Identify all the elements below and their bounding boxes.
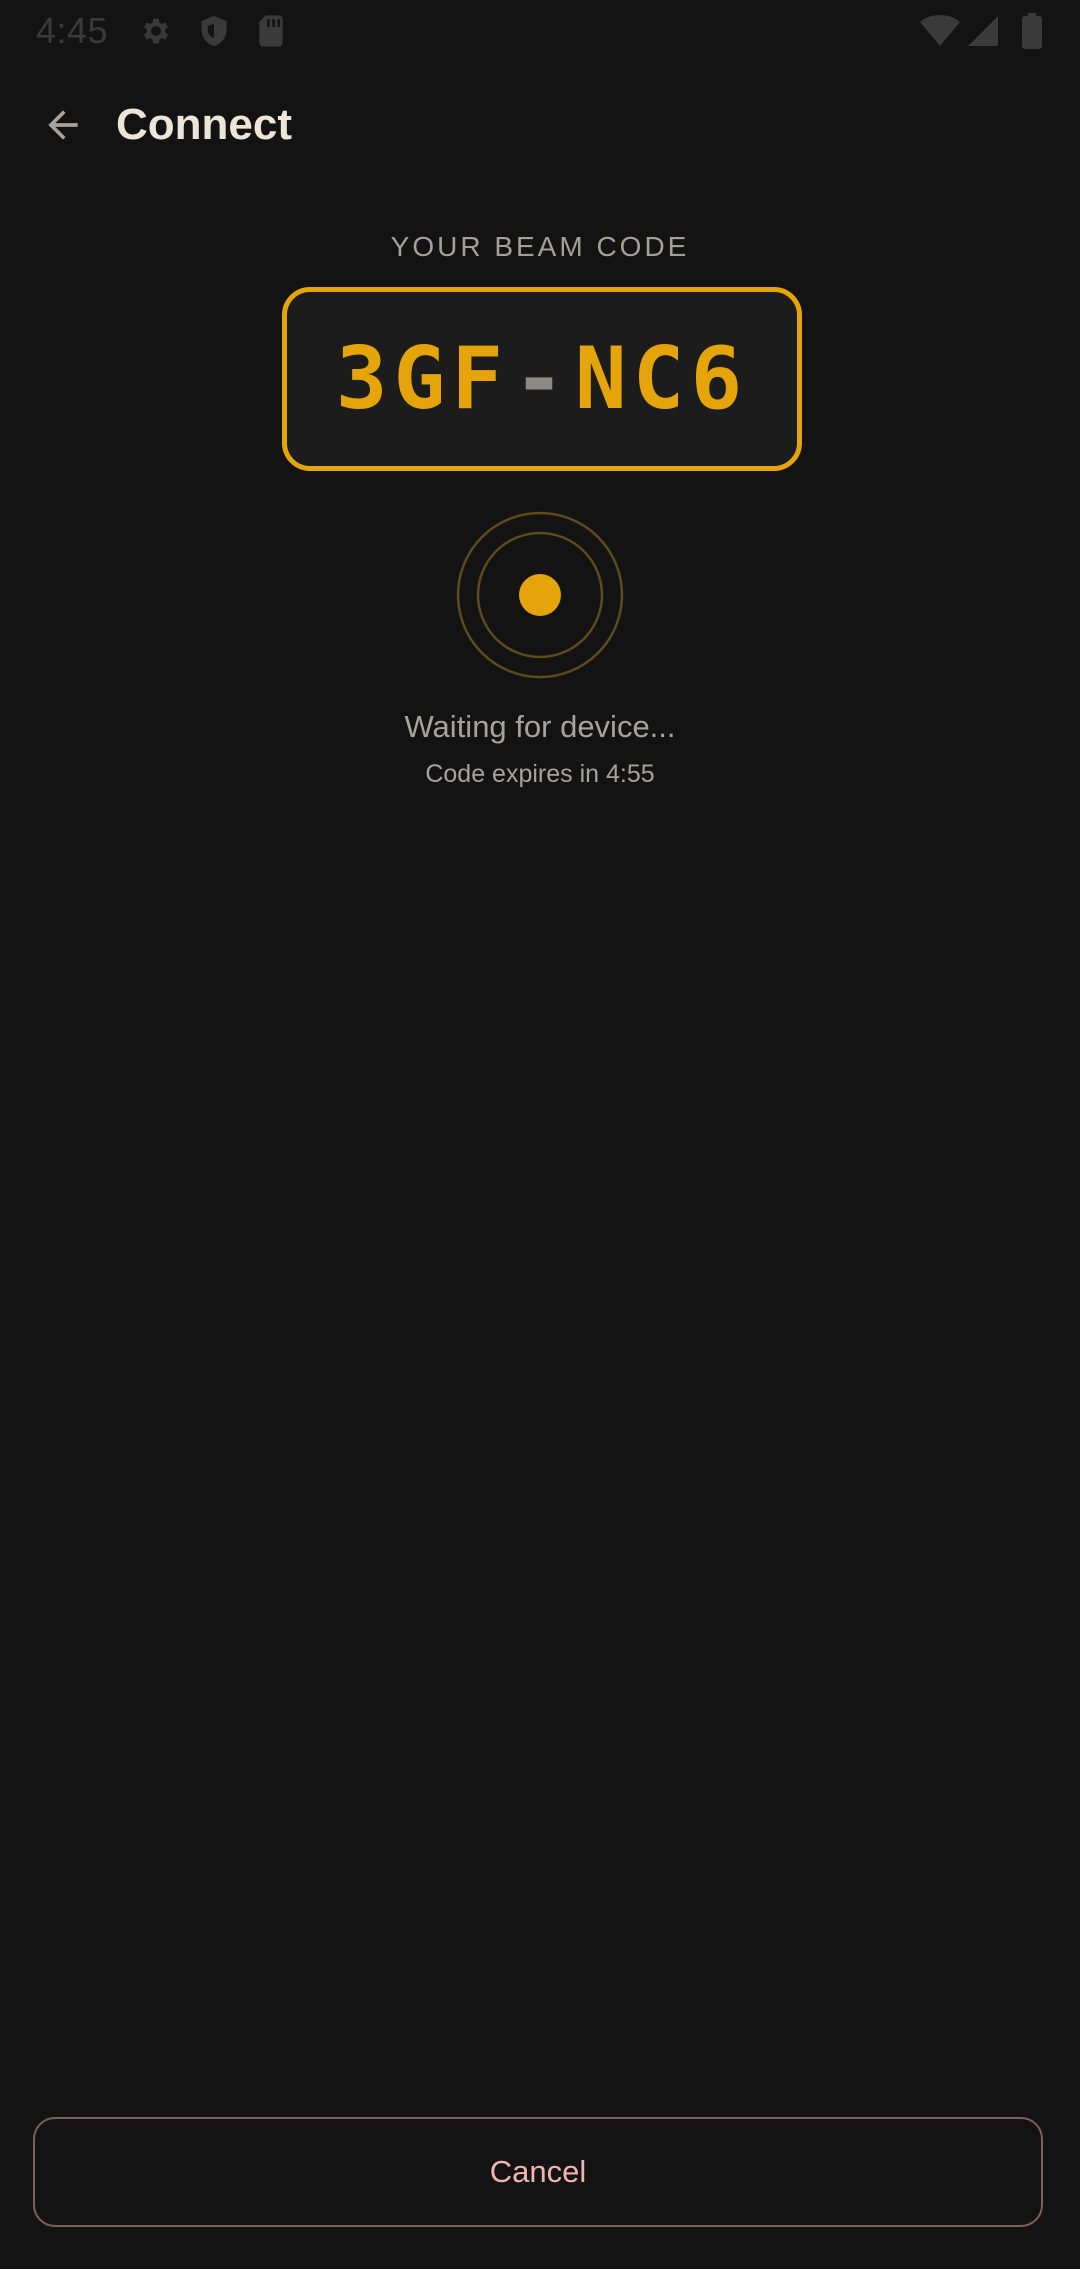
code-expiry-text: Code expires in 4:55 [425, 760, 655, 788]
waiting-status-text: Waiting for device... [404, 709, 676, 744]
shield-icon [197, 14, 231, 48]
beam-code-part-2: NC6 [574, 329, 749, 429]
status-time: 4:45 [36, 10, 109, 51]
beam-code-separator: - [513, 329, 571, 429]
beam-code-display: 3GF - NC6 [282, 287, 802, 471]
waiting-pulse-indicator [456, 511, 624, 679]
arrow-back-icon [41, 103, 85, 152]
battery-icon [1020, 13, 1044, 49]
back-button[interactable] [32, 96, 94, 158]
cancel-button-label: Cancel [489, 2154, 587, 2189]
sim-card-icon [256, 14, 286, 48]
cancel-button[interactable]: Cancel [33, 2117, 1043, 2227]
app-bar: Connect [0, 86, 1080, 166]
beam-code-label: YOUR BEAM CODE [390, 231, 690, 262]
page-title: Connect [116, 100, 292, 149]
settings-gear-icon [138, 14, 174, 48]
wifi-icon [918, 14, 962, 48]
status-bar: 4:45 [0, 0, 1080, 64]
cellular-signal-icon [966, 14, 1000, 48]
beam-code-part-1: 3GF [335, 329, 510, 429]
